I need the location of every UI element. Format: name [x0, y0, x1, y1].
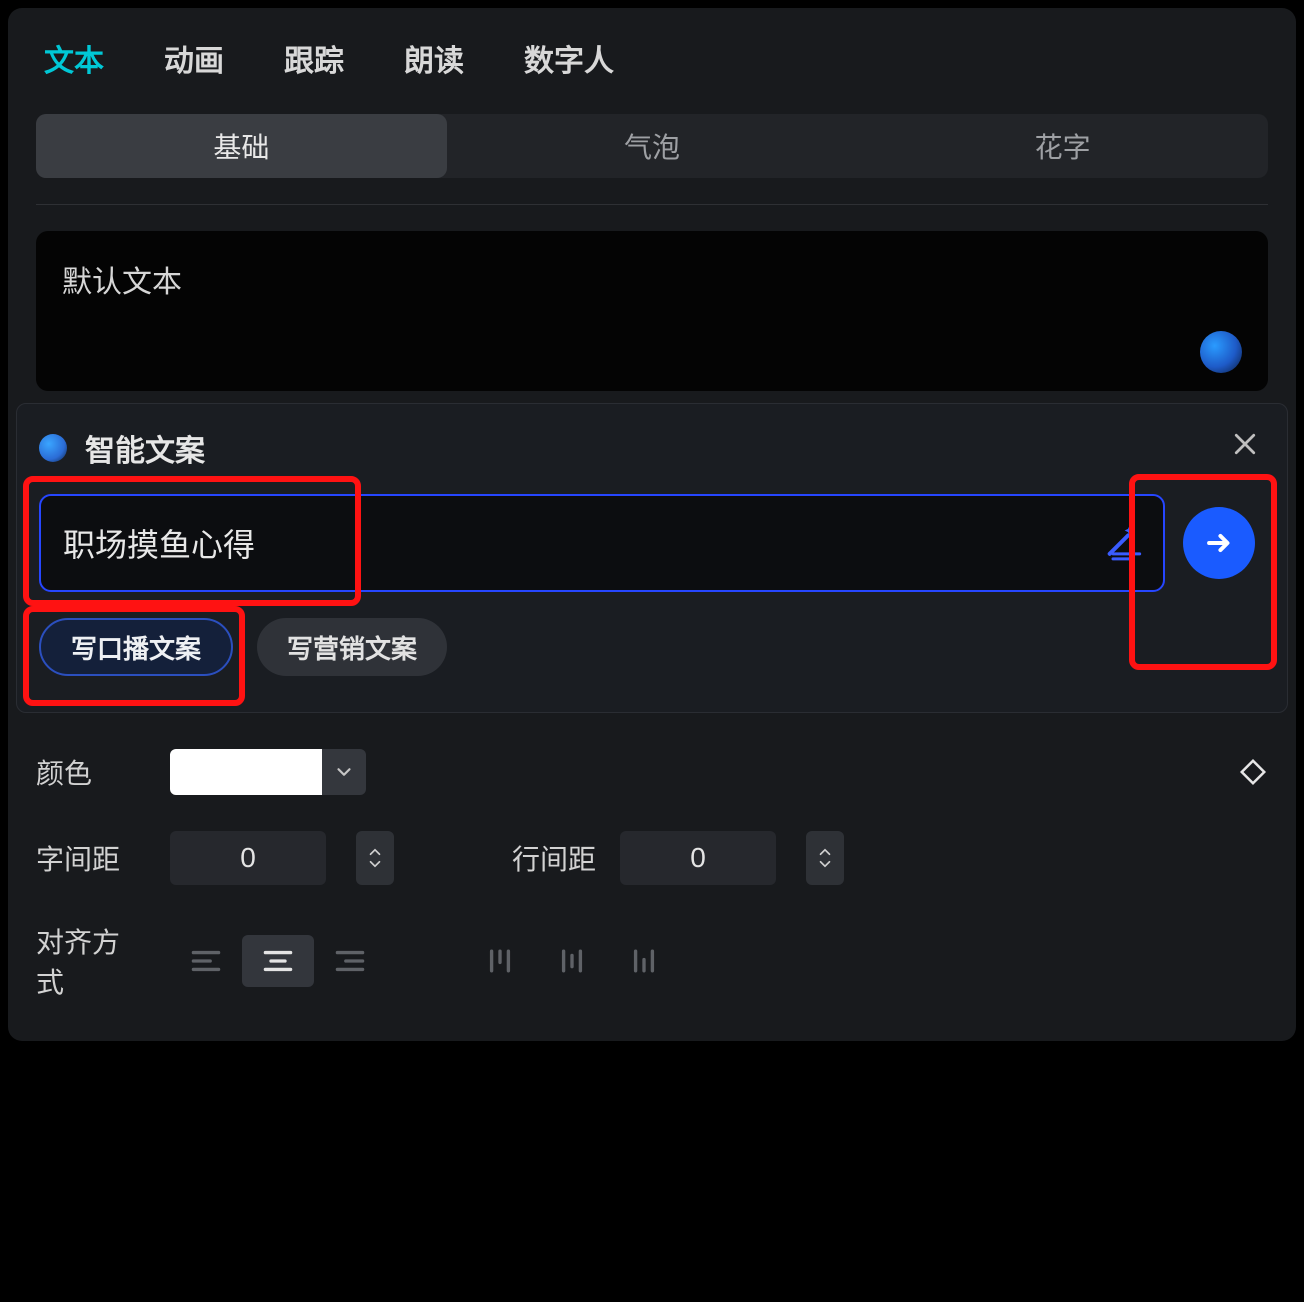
color-label: 颜色 [36, 752, 146, 792]
line-spacing-label: 行间距 [512, 838, 596, 878]
chevron-down-icon [366, 859, 384, 869]
align-center-button[interactable] [242, 935, 314, 987]
divider [36, 204, 1268, 205]
close-button[interactable] [1223, 422, 1267, 466]
popup-title: 智能文案 [85, 426, 205, 470]
color-swatch [170, 749, 322, 795]
valign-middle-button[interactable] [536, 935, 608, 987]
valign-bottom-icon [627, 947, 661, 975]
chevron-down-icon [816, 859, 834, 869]
magic-wand-button[interactable] [1103, 521, 1143, 566]
subtab-fancy[interactable]: 花字 [857, 114, 1268, 178]
tab-read[interactable]: 朗读 [404, 36, 464, 80]
horizontal-align-group [170, 935, 386, 987]
valign-top-button[interactable] [464, 935, 536, 987]
align-left-icon [189, 947, 223, 975]
align-center-icon [261, 947, 295, 975]
magic-wand-icon [1103, 521, 1143, 561]
line-spacing-value: 0 [690, 842, 706, 874]
align-label: 对齐方式 [36, 921, 146, 1001]
ai-orb-icon[interactable] [1200, 331, 1242, 373]
smart-copy-popup: 智能文案 写口播文案 写营销文案 [16, 403, 1288, 713]
subtab-bubble[interactable]: 气泡 [447, 114, 858, 178]
align-left-button[interactable] [170, 935, 242, 987]
keyframe-diamond-button[interactable] [1238, 757, 1268, 787]
submit-button[interactable] [1183, 507, 1255, 579]
tab-track[interactable]: 跟踪 [284, 36, 344, 80]
line-spacing-input[interactable]: 0 [620, 831, 776, 885]
color-dropdown-button[interactable] [322, 749, 366, 795]
chip-row: 写口播文案 写营销文案 [39, 618, 1265, 676]
tab-avatar[interactable]: 数字人 [524, 36, 614, 80]
popup-header: 智能文案 [39, 426, 1265, 470]
tab-text[interactable]: 文本 [44, 36, 104, 80]
diamond-icon [1238, 757, 1268, 787]
close-icon [1230, 429, 1260, 459]
sub-tabs: 基础 气泡 花字 [36, 114, 1268, 178]
color-row: 颜色 [36, 749, 1268, 795]
letter-spacing-value: 0 [240, 842, 256, 874]
letter-spacing-label: 字间距 [36, 838, 146, 878]
valign-top-icon [483, 947, 517, 975]
align-right-button[interactable] [314, 935, 386, 987]
text-content-area[interactable]: 默认文本 [36, 231, 1268, 391]
chip-marketing-copy[interactable]: 写营销文案 [257, 618, 447, 676]
arrow-right-icon [1202, 526, 1236, 560]
valign-middle-icon [555, 947, 589, 975]
chevron-up-icon [816, 847, 834, 857]
letter-spacing-input[interactable]: 0 [170, 831, 326, 885]
color-picker[interactable] [170, 749, 366, 795]
ai-input-row [39, 494, 1265, 592]
tab-animation[interactable]: 动画 [164, 36, 224, 80]
chip-broadcast-copy[interactable]: 写口播文案 [39, 618, 233, 676]
vertical-align-group [464, 935, 680, 987]
letter-spacing-stepper[interactable] [356, 831, 394, 885]
line-spacing-stepper[interactable] [806, 831, 844, 885]
ai-orb-small-icon [39, 434, 67, 462]
chevron-up-icon [366, 847, 384, 857]
subtab-basic[interactable]: 基础 [36, 114, 447, 178]
align-row: 对齐方式 [36, 921, 1268, 1001]
spacing-row: 字间距 0 行间距 0 [36, 831, 1268, 885]
text-content-value: 默认文本 [62, 266, 182, 299]
valign-bottom-button[interactable] [608, 935, 680, 987]
top-tabs: 文本 动画 跟踪 朗读 数字人 [8, 8, 1296, 106]
chevron-down-icon [333, 761, 355, 783]
align-right-icon [333, 947, 367, 975]
ai-input-wrap [39, 494, 1165, 592]
ai-prompt-input[interactable] [39, 494, 1165, 592]
